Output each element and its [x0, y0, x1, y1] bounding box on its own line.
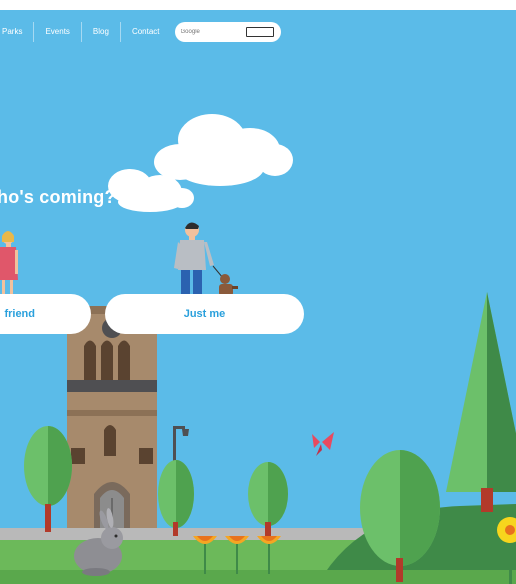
tree-left [24, 426, 72, 532]
search-box [174, 22, 281, 42]
nav-item-events[interactable]: Events [34, 22, 82, 42]
pine-tree [446, 292, 516, 512]
top-navigation: Parks Events Blog Contact [0, 22, 281, 42]
tree-middle [248, 462, 288, 536]
top-white-strip [0, 0, 516, 10]
tree-lamp [158, 460, 194, 536]
nav-item-contact[interactable]: Contact [121, 22, 171, 42]
butterfly [312, 432, 334, 456]
search-input[interactable] [180, 26, 241, 38]
search-button[interactable] [245, 27, 274, 37]
nav-item-parks[interactable]: Parks [0, 22, 35, 42]
cloud-large [154, 114, 293, 186]
choice-just-me-button[interactable]: Just me [105, 294, 304, 334]
choice-just-me-label: Just me [183, 308, 226, 320]
choice-friend-button[interactable]: friend [0, 294, 91, 334]
hero-scene: Parks Events Blog Contact ho's coming? f… [0, 10, 516, 584]
church-tower [67, 306, 157, 546]
choice-friend-label: friend [4, 308, 35, 320]
nav-item-blog[interactable]: Blog [82, 22, 121, 42]
man-figure [174, 222, 224, 300]
question-heading: ho's coming? [0, 187, 116, 207]
road [0, 528, 370, 540]
woman-figure [0, 231, 18, 302]
